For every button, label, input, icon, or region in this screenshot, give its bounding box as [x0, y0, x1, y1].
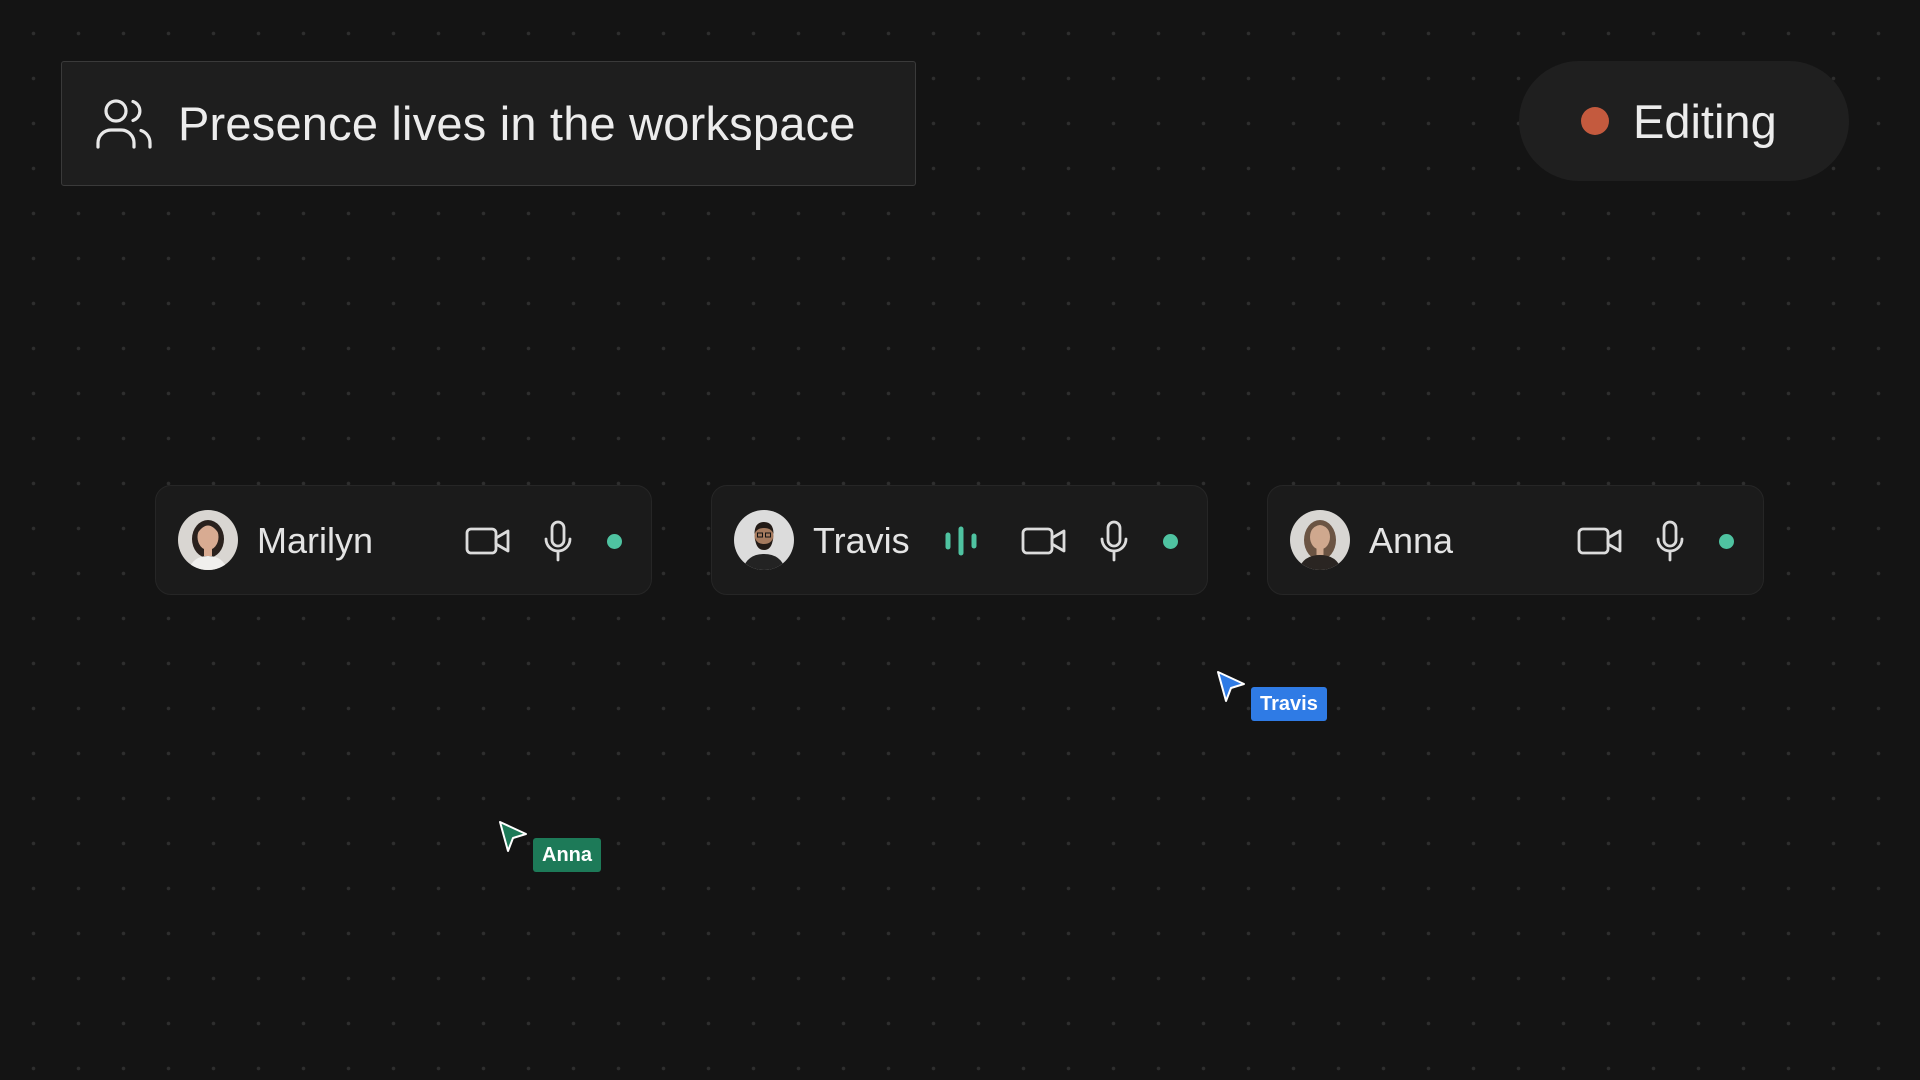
avatar [178, 510, 238, 570]
mic-icon[interactable] [1652, 520, 1688, 562]
video-icon[interactable] [1020, 520, 1068, 562]
participant-name: Travis [813, 520, 910, 561]
page-title: Presence lives in the workspace [178, 97, 856, 150]
online-status-dot [1163, 534, 1178, 549]
participant-name: Anna [1369, 520, 1454, 561]
mic-icon[interactable] [540, 520, 576, 562]
cursor-arrow-icon [1216, 670, 1248, 709]
cursor-label: Travis [1251, 687, 1327, 721]
participant-card-marilyn[interactable]: Marilyn [155, 485, 652, 595]
online-status-dot [1719, 534, 1734, 549]
avatar [1290, 510, 1350, 570]
participant-card-travis[interactable]: Travis [711, 485, 1208, 595]
cursor-arrow-icon [498, 820, 530, 859]
video-icon[interactable] [1576, 520, 1624, 562]
cursor-label: Anna [533, 838, 601, 872]
video-icon[interactable] [464, 520, 512, 562]
audio-wave-icon [941, 520, 981, 562]
editing-status-pill[interactable]: Editing [1519, 61, 1849, 181]
online-status-dot [607, 534, 622, 549]
status-dot [1581, 107, 1609, 135]
workspace-title-chip: Presence lives in the workspace [61, 61, 916, 186]
participant-card-anna[interactable]: Anna [1267, 485, 1764, 595]
mic-icon[interactable] [1096, 520, 1132, 562]
users-icon [94, 94, 154, 154]
avatar [734, 510, 794, 570]
status-label: Editing [1633, 94, 1777, 148]
participant-name: Marilyn [257, 520, 374, 561]
